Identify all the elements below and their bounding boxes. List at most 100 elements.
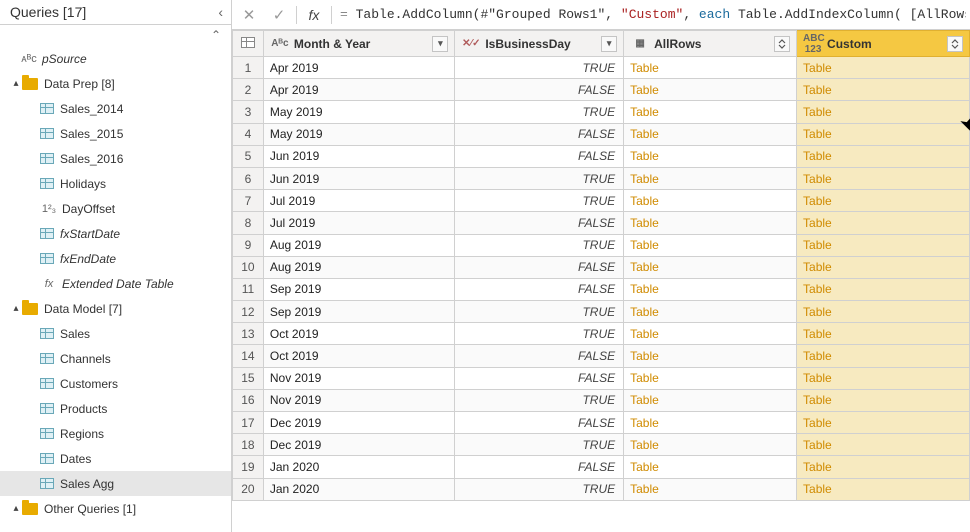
cell-allrows[interactable]: Table <box>624 256 797 278</box>
cell-is-business-day[interactable]: TRUE <box>455 101 624 123</box>
cell-allrows[interactable]: Table <box>624 123 797 145</box>
query-item[interactable]: Sales_2016 <box>0 146 231 171</box>
cell-is-business-day[interactable]: FALSE <box>455 456 624 478</box>
table-row[interactable]: 10Aug 2019FALSETableTable <box>233 256 970 278</box>
query-psource[interactable]: pSource <box>0 46 231 71</box>
cell-month-year[interactable]: Nov 2019 <box>263 389 454 411</box>
table-row[interactable]: 5Jun 2019FALSETableTable <box>233 145 970 167</box>
cell-custom[interactable]: Table <box>797 278 970 300</box>
cell-month-year[interactable]: May 2019 <box>263 101 454 123</box>
cell-is-business-day[interactable]: FALSE <box>455 367 624 389</box>
fx-icon[interactable]: fx <box>301 3 327 27</box>
cell-allrows[interactable]: Table <box>624 367 797 389</box>
query-item[interactable]: Sales Agg <box>0 471 231 496</box>
query-item[interactable]: Regions <box>0 421 231 446</box>
cell-custom[interactable]: Table <box>797 167 970 189</box>
cell-month-year[interactable]: Jan 2020 <box>263 456 454 478</box>
query-item[interactable]: Sales <box>0 321 231 346</box>
cell-month-year[interactable]: Jan 2020 <box>263 478 454 500</box>
cell-allrows[interactable]: Table <box>624 412 797 434</box>
table-row[interactable]: 3May 2019TRUETableTable <box>233 101 970 123</box>
cell-is-business-day[interactable]: FALSE <box>455 412 624 434</box>
table-row[interactable]: 17Dec 2019FALSETableTable <box>233 412 970 434</box>
table-row[interactable]: 8Jul 2019FALSETableTable <box>233 212 970 234</box>
column-allrows[interactable]: ▦ AllRows <box>624 31 797 57</box>
cell-month-year[interactable]: Oct 2019 <box>263 323 454 345</box>
table-row[interactable]: 13Oct 2019TRUETableTable <box>233 323 970 345</box>
cell-is-business-day[interactable]: TRUE <box>455 234 624 256</box>
table-row[interactable]: 7Jul 2019TRUETableTable <box>233 190 970 212</box>
query-item[interactable]: Products <box>0 396 231 421</box>
cell-month-year[interactable]: Jul 2019 <box>263 212 454 234</box>
expand-toggle-icon[interactable]: ▴ <box>10 78 22 89</box>
cell-month-year[interactable]: Sep 2019 <box>263 301 454 323</box>
cell-is-business-day[interactable]: FALSE <box>455 256 624 278</box>
cell-custom[interactable]: Table <box>797 478 970 500</box>
cell-month-year[interactable]: Jun 2019 <box>263 167 454 189</box>
query-item[interactable]: DayOffset <box>0 196 231 221</box>
cell-is-business-day[interactable]: TRUE <box>455 190 624 212</box>
query-item[interactable]: fxExtended Date Table <box>0 271 231 296</box>
cell-custom[interactable]: Table <box>797 123 970 145</box>
expand-toggle-icon[interactable]: ▴ <box>10 503 22 514</box>
cell-allrows[interactable]: Table <box>624 57 797 79</box>
cell-allrows[interactable]: Table <box>624 167 797 189</box>
query-item[interactable]: Holidays <box>0 171 231 196</box>
cell-month-year[interactable]: May 2019 <box>263 123 454 145</box>
table-row[interactable]: 15Nov 2019FALSETableTable <box>233 367 970 389</box>
table-row[interactable]: 14Oct 2019FALSETableTable <box>233 345 970 367</box>
table-row[interactable]: 19Jan 2020FALSETableTable <box>233 456 970 478</box>
table-row[interactable]: 1Apr 2019TRUETableTable <box>233 57 970 79</box>
table-row[interactable]: 4May 2019FALSETableTable <box>233 123 970 145</box>
cell-is-business-day[interactable]: FALSE <box>455 79 624 101</box>
expand-column-icon[interactable] <box>947 36 963 52</box>
query-item[interactable]: Sales_2015 <box>0 121 231 146</box>
query-item[interactable]: fxStartDate <box>0 221 231 246</box>
cell-is-business-day[interactable]: TRUE <box>455 167 624 189</box>
cell-allrows[interactable]: Table <box>624 101 797 123</box>
cell-is-business-day[interactable]: FALSE <box>455 145 624 167</box>
cell-custom[interactable]: Table <box>797 434 970 456</box>
cell-allrows[interactable]: Table <box>624 190 797 212</box>
cell-custom[interactable]: Table <box>797 79 970 101</box>
cell-allrows[interactable]: Table <box>624 278 797 300</box>
query-item[interactable]: fxEndDate <box>0 246 231 271</box>
group-data-prep[interactable]: ▴ Data Prep [8] <box>0 71 231 96</box>
cell-month-year[interactable]: Sep 2019 <box>263 278 454 300</box>
cell-custom[interactable]: Table <box>797 256 970 278</box>
cell-allrows[interactable]: Table <box>624 434 797 456</box>
cell-month-year[interactable]: Jul 2019 <box>263 190 454 212</box>
cell-allrows[interactable]: Table <box>624 212 797 234</box>
cell-custom[interactable]: Table <box>797 456 970 478</box>
cell-custom[interactable]: Table <box>797 212 970 234</box>
cell-allrows[interactable]: Table <box>624 323 797 345</box>
cell-month-year[interactable]: Aug 2019 <box>263 256 454 278</box>
cell-allrows[interactable]: Table <box>624 478 797 500</box>
cell-custom[interactable]: Table <box>797 101 970 123</box>
table-row[interactable]: 12Sep 2019TRUETableTable <box>233 301 970 323</box>
table-row[interactable]: 9Aug 2019TRUETableTable <box>233 234 970 256</box>
cell-month-year[interactable]: Apr 2019 <box>263 57 454 79</box>
cell-is-business-day[interactable]: TRUE <box>455 57 624 79</box>
cell-custom[interactable]: Table <box>797 234 970 256</box>
cell-allrows[interactable]: Table <box>624 389 797 411</box>
expand-column-icon[interactable] <box>774 36 790 52</box>
cell-is-business-day[interactable]: TRUE <box>455 478 624 500</box>
cell-is-business-day[interactable]: FALSE <box>455 123 624 145</box>
query-item[interactable]: Sales_2014 <box>0 96 231 121</box>
cell-custom[interactable]: Table <box>797 345 970 367</box>
cell-allrows[interactable]: Table <box>624 345 797 367</box>
table-row[interactable]: 2Apr 2019FALSETableTable <box>233 79 970 101</box>
cell-allrows[interactable]: Table <box>624 234 797 256</box>
cell-is-business-day[interactable]: FALSE <box>455 212 624 234</box>
group-other-queries[interactable]: ▴ Other Queries [1] <box>0 496 231 521</box>
table-row[interactable]: 18Dec 2019TRUETableTable <box>233 434 970 456</box>
cell-custom[interactable]: Table <box>797 145 970 167</box>
cell-month-year[interactable]: Aug 2019 <box>263 234 454 256</box>
cell-month-year[interactable]: Jun 2019 <box>263 145 454 167</box>
cell-is-business-day[interactable]: FALSE <box>455 278 624 300</box>
query-item[interactable]: Channels <box>0 346 231 371</box>
column-is-business-day[interactable]: ✕⁄✓ IsBusinessDay ▾ <box>455 31 624 57</box>
column-custom[interactable]: ABC123 Custom <box>797 31 970 57</box>
cell-custom[interactable]: Table <box>797 57 970 79</box>
